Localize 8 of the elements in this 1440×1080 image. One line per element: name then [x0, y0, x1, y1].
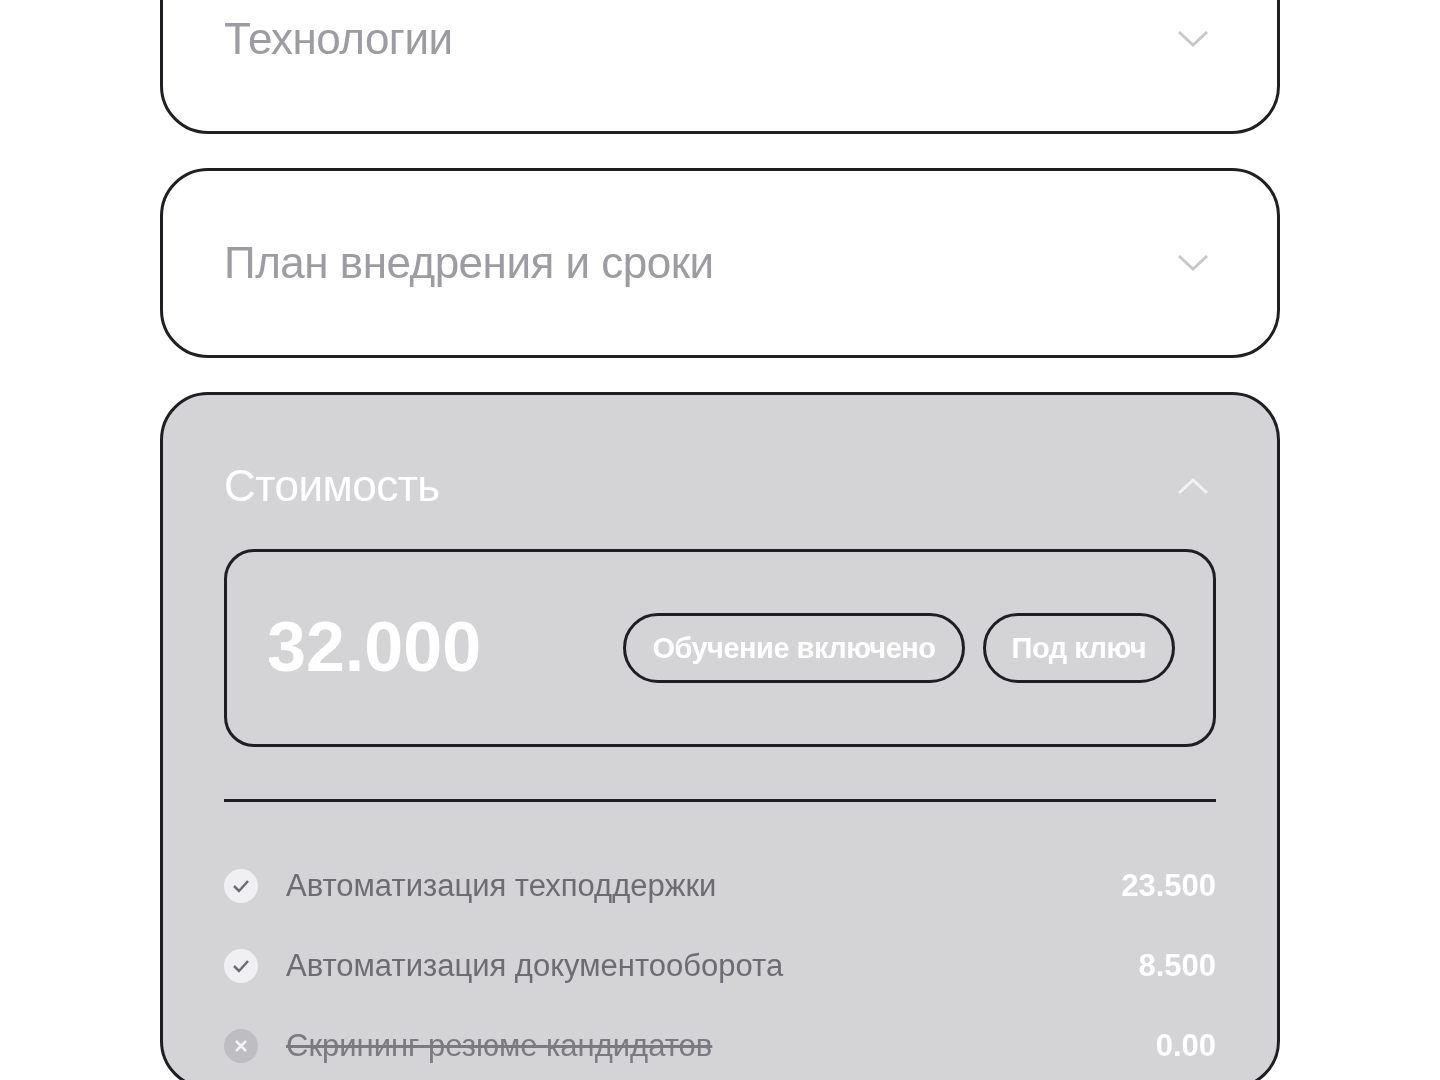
item-label: Автоматизация документооборота	[286, 948, 785, 984]
item-label: Скрининг резюме кандидатов	[286, 1028, 714, 1064]
section-title[interactable]: План внедрения и сроки	[224, 238, 714, 288]
item-label: Автоматизация техподдержки	[286, 868, 718, 904]
chevron-up-icon[interactable]	[1177, 477, 1209, 495]
section-title[interactable]: Технологии	[224, 14, 453, 64]
chevron-down-icon[interactable]	[1177, 254, 1209, 272]
chevron-down-icon[interactable]	[1177, 30, 1209, 48]
